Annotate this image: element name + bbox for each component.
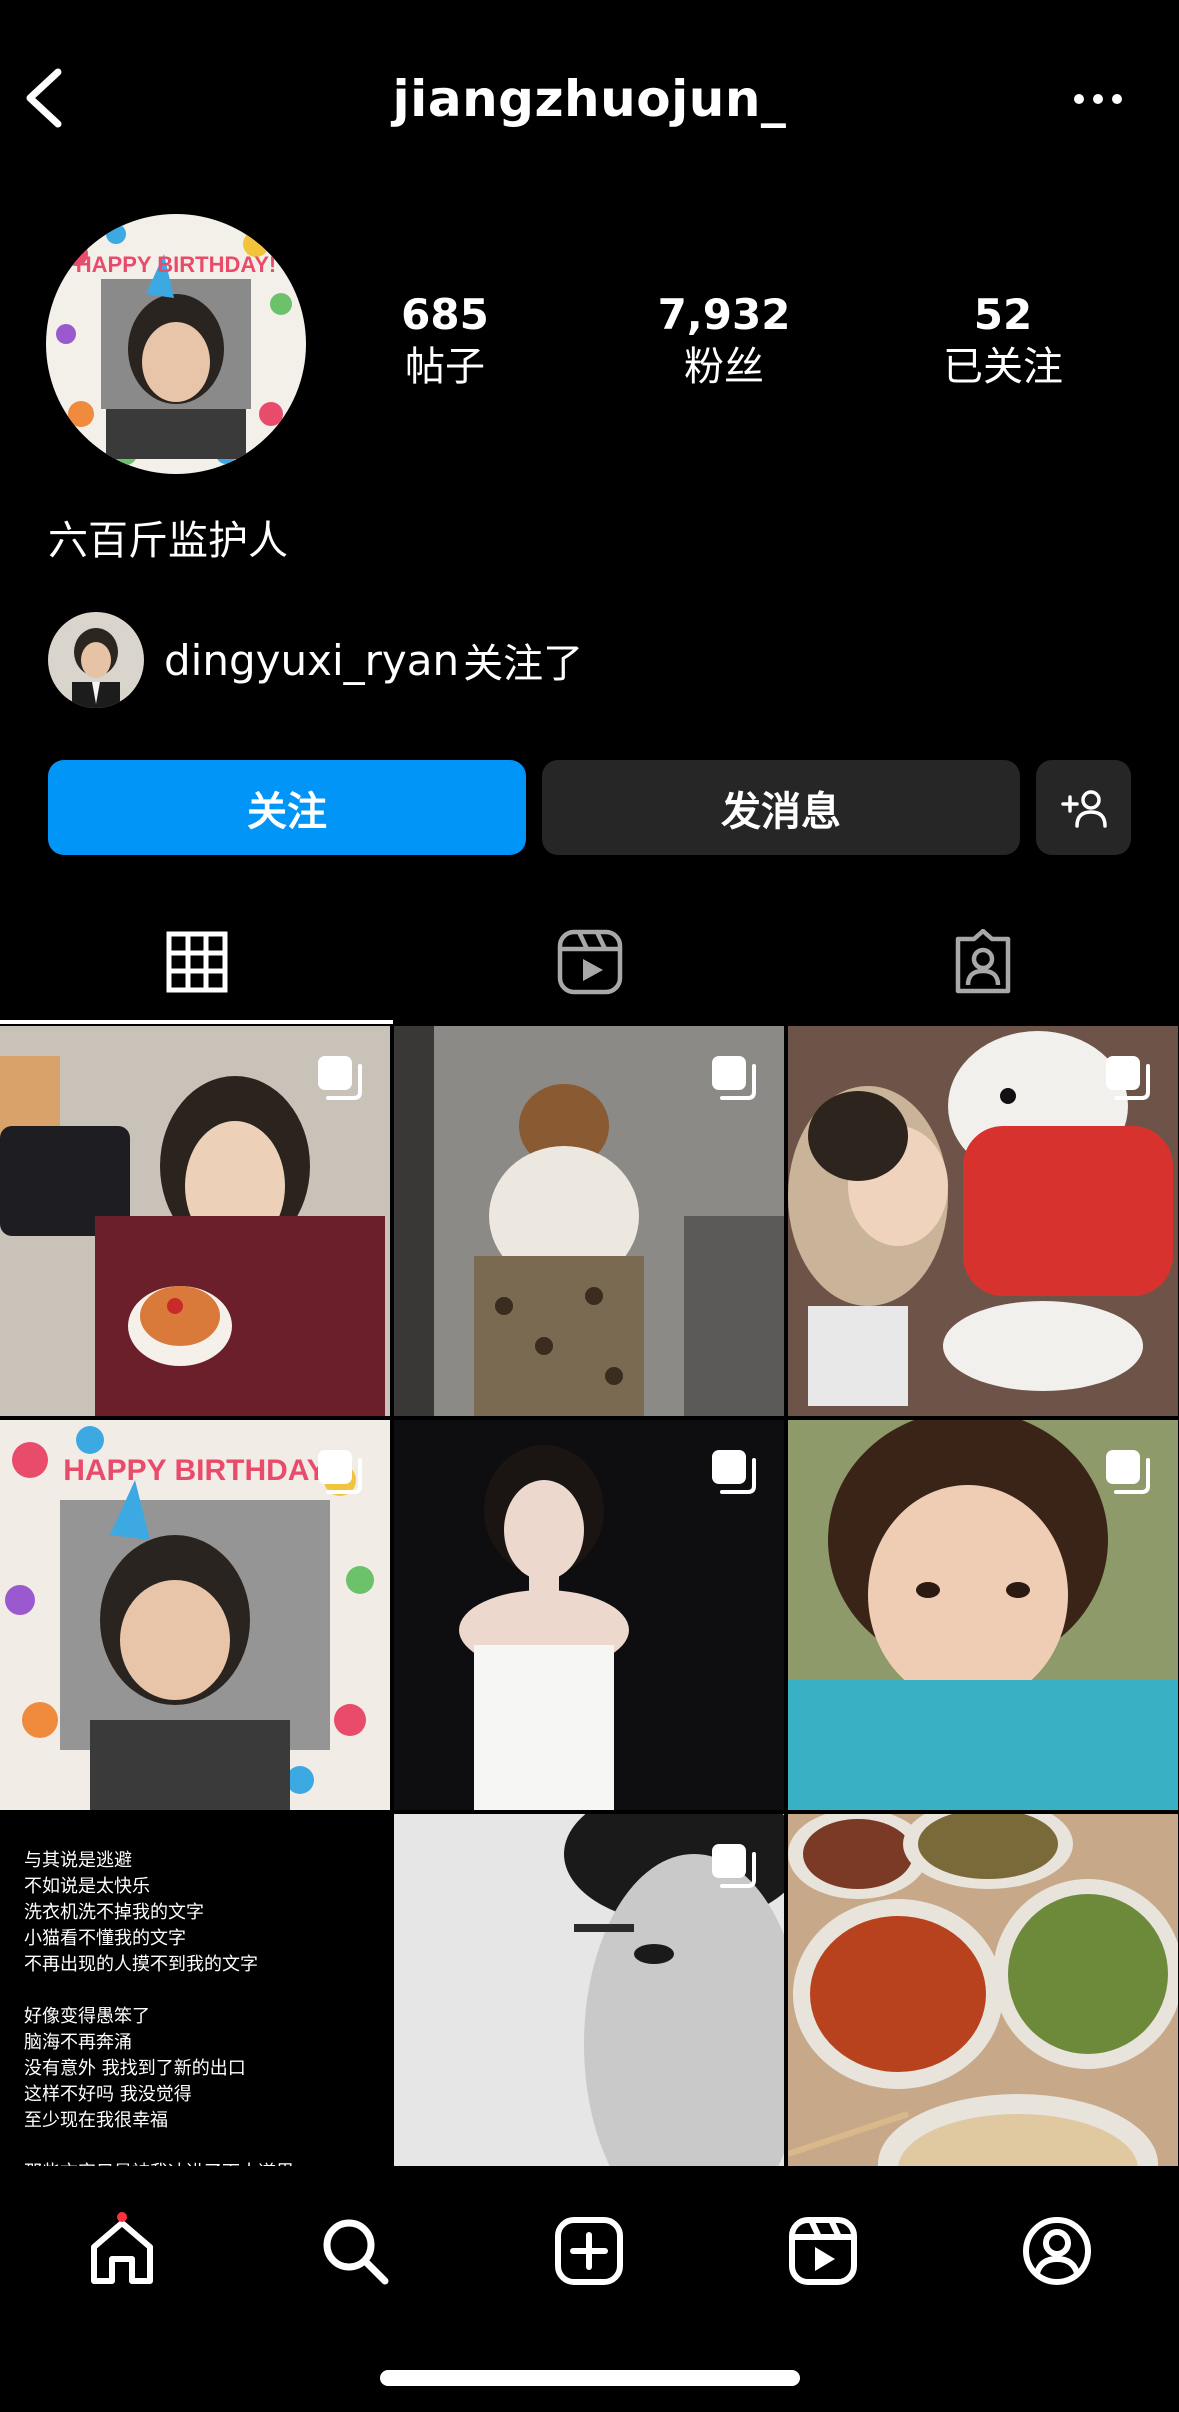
tab-tagged[interactable]: [786, 900, 1179, 1024]
tagged-icon: [955, 929, 1010, 994]
message-button[interactable]: 发消息: [542, 760, 1020, 855]
nav-reels[interactable]: [778, 2206, 868, 2296]
text-post[interactable]: 与其说是逃避 不如说是太快乐 洗衣机洗不掉我的文字 小猫看不懂我的文字 不再出现…: [0, 1814, 390, 2166]
post-thumbnail[interactable]: [788, 1420, 1178, 1810]
reels-icon: [557, 929, 622, 995]
more-options-button[interactable]: [1073, 88, 1123, 110]
create-icon: [555, 2217, 623, 2285]
profile-bio: 六百斤监护人: [48, 518, 288, 564]
follow-button[interactable]: 关注: [48, 760, 526, 855]
avatar-birthday-text: HAPPY BIRTHDAY!: [76, 252, 276, 277]
multi-photo-icon: [712, 1056, 756, 1100]
post-thumbnail[interactable]: [394, 1420, 784, 1810]
multi-photo-icon: [712, 1450, 756, 1494]
multi-photo-icon: [712, 1844, 756, 1888]
followers-count[interactable]: 7,932 粉丝: [624, 290, 824, 394]
more-icon: [1074, 94, 1122, 104]
profile-avatar[interactable]: HAPPY BIRTHDAY!: [46, 214, 306, 474]
nav-profile[interactable]: [1012, 2206, 1102, 2296]
post-image: [788, 1814, 1178, 2166]
search-icon: [323, 2219, 389, 2285]
followers-count-label: 粉丝: [684, 344, 764, 390]
grid-icon: [166, 931, 227, 993]
post-thumbnail[interactable]: [394, 1026, 784, 1416]
tab-posts-grid[interactable]: [0, 900, 393, 1024]
header: jiangzhuojun_: [0, 0, 1179, 200]
following-count-label: 已关注: [943, 344, 1063, 390]
multi-photo-icon: [318, 1450, 362, 1494]
tab-reels[interactable]: [393, 900, 786, 1024]
followed-by[interactable]: dingyuxi_ryan 关注了: [48, 612, 583, 708]
following-count[interactable]: 52 已关注: [903, 290, 1103, 394]
profile-username: jiangzhuojun_: [392, 70, 787, 128]
avatar-image: HAPPY BIRTHDAY!: [46, 214, 306, 474]
posts-count-value: 685: [401, 290, 489, 339]
post-birthday-text: HAPPY BIRTHDAY!: [63, 1454, 336, 1487]
suggested-users-button[interactable]: [1036, 760, 1131, 855]
follower-name: dingyuxi_ryan: [164, 635, 460, 685]
home-indicator[interactable]: [380, 2370, 800, 2386]
follower-avatar: [48, 612, 144, 708]
home-icon: [91, 2220, 153, 2284]
posts-count[interactable]: 685 帖子: [345, 290, 545, 394]
notification-dot: [117, 2212, 127, 2222]
following-count-value: 52: [973, 290, 1033, 339]
reels-icon: [789, 2217, 857, 2285]
nav-create[interactable]: [544, 2206, 634, 2296]
post-thumbnail[interactable]: [394, 1814, 784, 2166]
nav-search[interactable]: [310, 2206, 400, 2296]
message-button-label: 发消息: [721, 788, 841, 835]
multi-photo-icon: [318, 1056, 362, 1100]
active-tab-indicator: [0, 1020, 393, 1024]
follow-button-label: 关注: [247, 788, 327, 835]
post-thumbnail[interactable]: HAPPY BIRTHDAY!: [0, 1420, 390, 1810]
add-person-icon: [1060, 789, 1107, 828]
followed-suffix: 关注了: [463, 641, 584, 687]
post-thumbnail[interactable]: [788, 1814, 1178, 2166]
profile-icon: [1023, 2217, 1091, 2285]
posts-grid: HAPPY BIRTHDAY! 与其说是逃避 不如说是太快乐 洗衣机洗不掉我的文…: [0, 1026, 1179, 2166]
multi-photo-icon: [1106, 1450, 1150, 1494]
multi-photo-icon: [1106, 1056, 1150, 1100]
text-post-content: 与其说是逃避 不如说是太快乐 洗衣机洗不掉我的文字 小猫看不懂我的文字 不再出现…: [24, 1850, 294, 2166]
post-thumbnail[interactable]: [0, 1026, 390, 1416]
posts-count-label: 帖子: [405, 344, 485, 390]
post-thumbnail[interactable]: [788, 1026, 1178, 1416]
followers-count-value: 7,932: [657, 290, 791, 339]
profile-tabs: [0, 900, 1179, 1024]
